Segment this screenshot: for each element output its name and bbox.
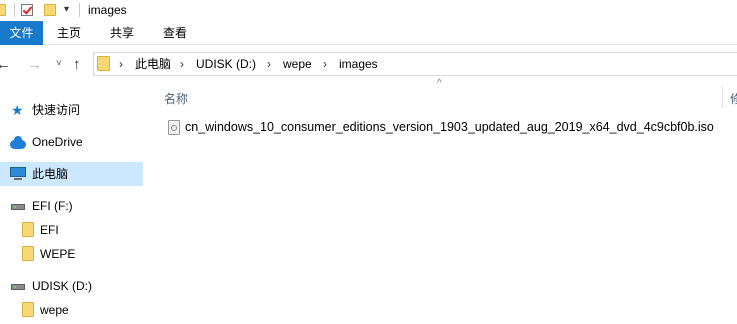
sidebar-item-label: OneDrive [32,135,83,149]
sidebar-item-label: EFI [40,223,59,237]
title-bar: ▾ images [0,0,737,21]
sidebar-item-label: 此电脑 [32,167,69,181]
tab-view[interactable]: 查看 [156,21,194,45]
tab-file[interactable]: 文件 [0,21,43,45]
star-icon: ★ [11,102,24,118]
sidebar-item-this-pc[interactable]: 此电脑 [0,162,143,186]
folder-icon [97,56,110,71]
sort-ascending-icon: ^ [437,78,442,89]
toolbar-divider [14,3,15,17]
breadcrumb-separator[interactable]: › [267,57,271,71]
sidebar-item-efi-drive[interactable]: EFI (F:) [0,194,143,218]
sidebar-item-wepe-folder[interactable]: WEPE [0,242,143,266]
sidebar-item-label: UDISK (D:) [32,279,92,293]
file-name: cn_windows_10_consumer_editions_version_… [185,120,714,134]
sidebar-item-label: EFI (F:) [32,199,73,213]
sidebar-item-label: 快速访问 [32,103,81,117]
folder-icon [0,4,6,16]
toolbar-divider [79,3,80,17]
sidebar-item-udisk-drive[interactable]: UDISK (D:) [0,274,143,298]
back-arrow-icon[interactable]: ← [0,57,11,72]
computer-icon [10,167,26,177]
up-arrow-icon[interactable]: ↑ [73,57,81,72]
sidebar-item-onedrive[interactable]: OneDrive [0,130,143,154]
column-header-date-modified[interactable]: 修 [730,90,737,107]
column-divider[interactable] [722,86,723,108]
breadcrumb-separator[interactable]: › [323,57,327,71]
sidebar-item-quick-access[interactable]: ★ 快速访问 [0,98,143,122]
customize-quick-access-icon[interactable]: ▾ [64,4,69,16]
recent-locations-chevron-icon[interactable]: ˅ [56,58,62,69]
folder-icon [22,222,34,237]
sidebar-item-wepe[interactable]: wepe [0,298,143,322]
sidebar-item-label: wepe [40,303,69,317]
sidebar-item-label: WEPE [40,247,76,261]
disc-image-file-icon [168,120,180,135]
window-title: images [88,3,127,17]
computer-stand [14,178,22,180]
sidebar-item-efi-folder[interactable]: EFI [0,218,143,242]
tab-home[interactable]: 主页 [50,21,88,45]
tab-share[interactable]: 共享 [103,21,141,45]
ribbon-tabs: 文件 主页 共享 查看 [0,21,737,45]
breadcrumb-images[interactable]: images [339,57,378,71]
breadcrumb-udisk[interactable]: UDISK (D:) [196,57,256,71]
address-bar[interactable] [93,52,737,76]
column-header-name[interactable]: 名称 [164,90,188,107]
breadcrumb-separator[interactable]: › [180,57,184,71]
forward-arrow-icon[interactable]: → [27,57,42,72]
drive-icon [11,284,25,290]
cloud-icon [10,136,26,149]
folder-icon [22,302,34,317]
folder-icon [22,246,34,261]
breadcrumb-separator[interactable]: › [119,57,123,71]
breadcrumb-this-pc[interactable]: 此电脑 [135,57,171,71]
file-row[interactable]: cn_windows_10_consumer_editions_version_… [160,116,737,138]
breadcrumb-wepe[interactable]: wepe [283,57,312,71]
properties-check-icon[interactable] [21,4,33,16]
drive-icon [11,204,25,210]
new-folder-icon[interactable] [44,4,56,16]
